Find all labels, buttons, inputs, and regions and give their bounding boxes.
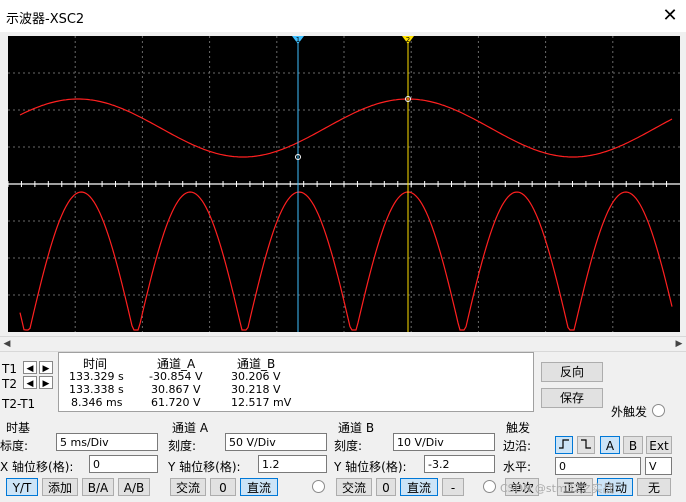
channel-b-scale-label: 刻度:: [334, 439, 363, 453]
ext-trigger-radio[interactable]: [652, 404, 665, 417]
trigger-level-unit[interactable]: V: [645, 457, 672, 475]
arrow-right-icon: ▶: [42, 378, 50, 388]
trigger-source-b-button[interactable]: B: [623, 436, 643, 454]
falling-edge-icon[interactable]: [577, 436, 595, 454]
delta-channel-a: 61.720 V: [151, 396, 201, 409]
trigger-source-a-button[interactable]: A: [600, 436, 620, 454]
t1-right-button[interactable]: ▶: [39, 361, 53, 374]
timebase-scale-field[interactable]: 5 ms/Div: [56, 433, 158, 451]
arrow-right-icon: ▶: [42, 363, 50, 373]
trigger-source-ext-button[interactable]: Ext: [646, 436, 672, 454]
t1-left-button[interactable]: ◀: [23, 361, 37, 374]
scroll-right-icon[interactable]: ▶: [672, 337, 686, 351]
timebase-section-title: 时基: [6, 421, 31, 435]
window-title: 示波器-XSC2: [6, 12, 85, 27]
t2-right-button[interactable]: ▶: [39, 376, 53, 389]
ext-trigger-label: 外触发: [611, 405, 648, 419]
save-button[interactable]: 保存: [541, 388, 603, 408]
delta-channel-b: 12.517 mV: [231, 396, 292, 409]
mode-ba-button[interactable]: B/A: [82, 478, 114, 496]
channel-a-ac-button[interactable]: 交流: [170, 478, 206, 496]
trigger-level-label: 水平:: [503, 460, 532, 474]
arrow-left-icon: ◀: [26, 363, 34, 373]
channel-a-scale-label: 刻度:: [168, 439, 197, 453]
t1-label: T1: [2, 362, 17, 376]
channel-b-scale-field[interactable]: 10 V/Div: [393, 433, 495, 451]
timebase-scale-label: 标度:: [0, 439, 29, 453]
mode-add-button[interactable]: 添加: [42, 478, 78, 496]
cursor-t2-label: 2: [406, 36, 410, 44]
t2-channel-a: 30.867 V: [151, 383, 201, 396]
trace-channel-b: [19, 191, 673, 331]
cursor-t1-label: 1: [296, 36, 300, 44]
horizontal-scrollbar[interactable]: ◀ ▶: [0, 336, 686, 352]
reverse-button[interactable]: 反向: [541, 362, 603, 382]
channel-a-ypos-field[interactable]: 1.2: [258, 455, 327, 473]
falling-edge-glyph: [581, 439, 591, 449]
mode-yt-button[interactable]: Y/T: [6, 478, 38, 496]
t1-channel-a: -30.854 V: [149, 370, 203, 383]
arrow-left-icon: ◀: [26, 378, 34, 388]
channel-a-dc-button[interactable]: 直流: [240, 478, 278, 496]
mode-ab-button[interactable]: A/B: [118, 478, 150, 496]
timebase-xpos-field[interactable]: 0: [89, 455, 158, 473]
measurement-panel: 时间 通道_A 通道_B 133.329 s -30.854 V 30.206 …: [58, 352, 534, 412]
watermark-text: CSDN @stm32之实战: [500, 482, 614, 495]
rising-edge-icon[interactable]: [555, 436, 573, 454]
oscilloscope-screen[interactable]: 1 2: [8, 36, 680, 332]
timebase-xpos-label: X 轴位移(格):: [0, 460, 74, 474]
channel-b-zero-button[interactable]: 0: [376, 478, 396, 496]
t2-left-button[interactable]: ◀: [23, 376, 37, 389]
t2-time: 133.338 s: [69, 383, 124, 396]
channel-b-section-title: 通道 B: [338, 421, 375, 435]
rising-edge-glyph: [559, 439, 569, 449]
channel-a-section-title: 通道 A: [172, 421, 209, 435]
trace-channel-a: [19, 98, 673, 158]
channel-b-ypos-label: Y 轴位移(格):: [334, 460, 407, 474]
channel-a-radio[interactable]: [312, 480, 325, 493]
channel-b-minus-button[interactable]: -: [442, 478, 464, 496]
close-icon[interactable]: ✕: [656, 2, 684, 30]
channel-a-zero-button[interactable]: 0: [210, 478, 236, 496]
channel-b-radio[interactable]: [483, 480, 496, 493]
title-bar: [0, 0, 686, 32]
channel-b-dc-button[interactable]: 直流: [400, 478, 438, 496]
trigger-none-button[interactable]: 无: [637, 478, 671, 496]
t2-channel-b: 30.218 V: [231, 383, 281, 396]
t1-time: 133.329 s: [69, 370, 124, 383]
channel-a-scale-field[interactable]: 50 V/Div: [225, 433, 327, 451]
trigger-section-title: 触发: [506, 421, 531, 435]
t2-t1-label: T2-T1: [2, 397, 36, 411]
center-axis: [8, 181, 680, 187]
t2-label: T2: [2, 377, 17, 391]
delta-time: 8.346 ms: [71, 396, 123, 409]
channel-b-ac-button[interactable]: 交流: [336, 478, 372, 496]
channel-b-ypos-field[interactable]: -3.2: [424, 455, 495, 473]
t1-channel-b: 30.206 V: [231, 370, 281, 383]
trigger-edge-label: 边沿:: [503, 439, 532, 453]
trigger-level-field[interactable]: 0: [555, 457, 641, 475]
scroll-left-icon[interactable]: ◀: [0, 337, 14, 351]
channel-a-ypos-label: Y 轴位移(格):: [168, 460, 241, 474]
